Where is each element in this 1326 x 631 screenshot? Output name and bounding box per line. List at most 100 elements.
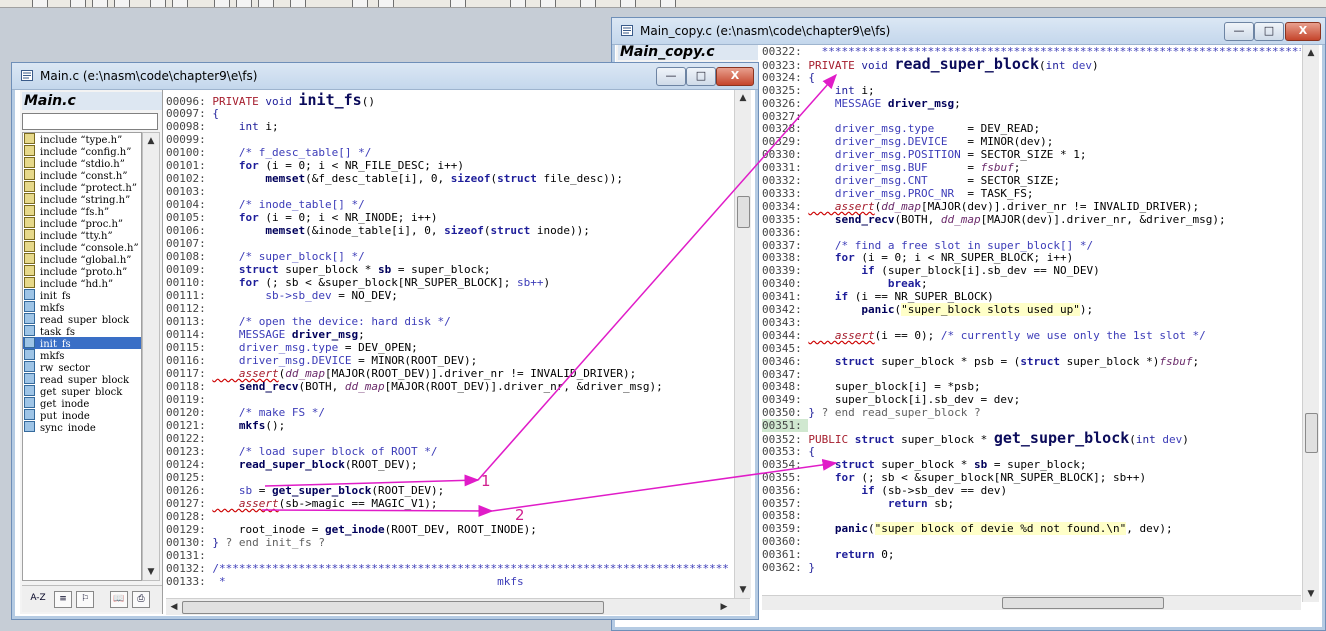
- symbol-list-item[interactable]: include “proto.h”: [23, 265, 141, 277]
- symbol-list-item[interactable]: include “hd.h”: [23, 277, 141, 289]
- code-line[interactable]: 00118: send_recv(BOTH, dd_map[MAJOR(ROOT…: [166, 380, 663, 393]
- toolbar-copy-icon[interactable]: [92, 0, 108, 7]
- code-line[interactable]: 00358:: [762, 509, 808, 522]
- symbol-list-item[interactable]: include “stdio.h”: [23, 157, 141, 169]
- code-line[interactable]: 00126: sb = get_super_block(ROOT_DEV);: [166, 484, 444, 497]
- close-button[interactable]: X: [716, 67, 754, 86]
- code-line[interactable]: 00123: /* load super block of ROOT */: [166, 445, 438, 458]
- toolbar-search-icon[interactable]: [510, 0, 526, 7]
- symbol-list-item[interactable]: sync_inode: [23, 421, 141, 433]
- symbol-list-item[interactable]: get_inode: [23, 397, 141, 409]
- horizontal-scrollbar[interactable]: [762, 595, 1301, 610]
- symbol-list-item[interactable]: get_super_block: [23, 385, 141, 397]
- code-line[interactable]: 00124: read_super_block(ROOT_DEV);: [166, 458, 418, 471]
- symbol-list-item[interactable]: include “config.h”: [23, 145, 141, 157]
- code-view[interactable]: 00096: PRIVATE void init_fs() 00097: {000…: [166, 90, 734, 598]
- code-line[interactable]: 00107:: [166, 237, 212, 250]
- code-line[interactable]: 00122:: [166, 432, 212, 445]
- code-line[interactable]: 00357: return sb;: [762, 497, 954, 510]
- code-line[interactable]: 00335: send_recv(BOTH, dd_map[MAJOR(dev)…: [762, 213, 1226, 226]
- code-line[interactable]: 00108: /* super_block[] */: [166, 250, 365, 263]
- vertical-scrollbar[interactable]: ▲ ▼: [1302, 45, 1319, 602]
- toolbar-save-icon[interactable]: [32, 0, 48, 7]
- maximize-button[interactable]: □: [1254, 22, 1284, 41]
- code-line[interactable]: 00329: driver_msg.DEVICE = MINOR(dev);: [762, 135, 1053, 148]
- list-view-button[interactable]: ≡: [54, 591, 72, 608]
- symbol-list-item[interactable]: mkfs: [23, 301, 141, 313]
- symbol-list[interactable]: include “type.h” include “config.h” includ…: [22, 132, 142, 581]
- symbol-list-item[interactable]: mkfs: [23, 349, 141, 361]
- code-line[interactable]: 00349: super_block[i].sb_dev = dev;: [762, 393, 1020, 406]
- code-line[interactable]: 00337: /* find a free slot in super_bloc…: [762, 239, 1093, 252]
- code-line[interactable]: 00345:: [762, 342, 808, 355]
- symbol-list-item[interactable]: put_inode: [23, 409, 141, 421]
- toolbar-bookmark-icon[interactable]: [258, 0, 274, 7]
- code-line[interactable]: 00352: PUBLIC struct super_block * get_s…: [762, 431, 1189, 447]
- code-line[interactable]: 00116: driver_msg.DEVICE = MINOR(ROOT_DE…: [166, 354, 477, 367]
- category-filter-button[interactable]: ⚐: [76, 591, 94, 608]
- minimize-button[interactable]: —: [1224, 22, 1254, 41]
- symbol-list-scrollbar[interactable]: ▲ ▼: [142, 132, 160, 581]
- symbol-list-item[interactable]: include “console.h”: [23, 241, 141, 253]
- scroll-down-icon[interactable]: ▼: [1303, 586, 1319, 602]
- code-line[interactable]: 00327:: [762, 110, 808, 123]
- code-line[interactable]: 00331: driver_msg.BUF = fsbuf;: [762, 161, 1020, 174]
- lookup-button[interactable]: 📖: [110, 591, 128, 608]
- toolbar-browse-icon[interactable]: [450, 0, 466, 7]
- scroll-right-icon[interactable]: ▶: [716, 599, 732, 615]
- code-line[interactable]: 00114: MESSAGE driver_msg;: [166, 328, 365, 341]
- symbol-list-item[interactable]: init_fs: [23, 337, 141, 349]
- toolbar-window-icon[interactable]: [290, 0, 306, 7]
- code-line[interactable]: 00341: if (i == NR_SUPER_BLOCK): [762, 290, 994, 303]
- symbol-list-item[interactable]: include “proc.h”: [23, 217, 141, 229]
- code-line[interactable]: 00129: root_inode = get_inode(ROOT_DEV, …: [166, 523, 537, 536]
- scroll-left-icon[interactable]: ◀: [166, 599, 182, 615]
- hscroll-thumb[interactable]: [1002, 597, 1164, 609]
- code-line[interactable]: 00334: assert(dd_map[MAJOR(dev)].driver_…: [762, 200, 1199, 213]
- code-line[interactable]: 00359: panic("super block of devie %d no…: [762, 522, 1173, 536]
- editor-window-main[interactable]: Main.c (e:\nasm\code\chapter9\e\fs) — □ …: [11, 62, 759, 620]
- code-line[interactable]: 00110: for (; sb < &super_block[NR_SUPER…: [166, 276, 550, 289]
- code-line[interactable]: 00332: driver_msg.CNT = SECTOR_SIZE;: [762, 174, 1060, 187]
- title-bar[interactable]: Main_copy.c (e:\nasm\code\chapter9\e\fs)…: [612, 18, 1325, 45]
- code-line[interactable]: 00100: /* f_desc_table[] */: [166, 146, 371, 159]
- window-options-button[interactable]: ⎙: [132, 591, 150, 608]
- code-line[interactable]: 00103:: [166, 185, 212, 198]
- horizontal-scrollbar[interactable]: ◀ ▶: [166, 598, 750, 615]
- code-line[interactable]: 00347:: [762, 368, 808, 381]
- code-line[interactable]: 00115: driver_msg.type = DEV_OPEN;: [166, 341, 418, 354]
- symbol-list-item[interactable]: include “protect.h”: [23, 181, 141, 193]
- code-line[interactable]: 00361: return 0;: [762, 548, 894, 561]
- code-view[interactable]: 00322: *********************************…: [762, 45, 1301, 602]
- code-line[interactable]: 00356: if (sb->sb_dev == dev): [762, 484, 1007, 497]
- code-line[interactable]: 00354: struct super_block * sb = super_b…: [762, 458, 1087, 471]
- toolbar-cut-icon[interactable]: [70, 0, 86, 7]
- hscroll-thumb[interactable]: [182, 601, 604, 614]
- code-line[interactable]: 00105: for (i = 0; i < NR_INODE; i++): [166, 211, 438, 224]
- vertical-scrollbar[interactable]: ▲ ▼: [734, 90, 751, 598]
- code-line[interactable]: 00128:: [166, 510, 212, 523]
- toolbar-back-icon[interactable]: [352, 0, 368, 7]
- code-line[interactable]: 00344: assert(i == 0); /* currently we u…: [762, 329, 1206, 342]
- code-line[interactable]: 00333: driver_msg.PROC_NR = TASK_FS;: [762, 187, 1034, 200]
- code-line[interactable]: 00348: super_block[i] = *psb;: [762, 380, 981, 393]
- code-line[interactable]: 00121: mkfs();: [166, 419, 285, 432]
- code-line[interactable]: 00353: {: [762, 445, 815, 458]
- code-line[interactable]: 00102: memset(&f_desc_table[i], 0, sizeo…: [166, 172, 623, 185]
- scroll-up-icon[interactable]: ▲: [735, 90, 751, 106]
- code-line[interactable]: 00101: for (i = 0; i < NR_FILE_DESC; i++…: [166, 159, 464, 172]
- code-line[interactable]: 00323: PRIVATE void read_super_block(int…: [762, 56, 1099, 72]
- code-line[interactable]: 00343:: [762, 316, 808, 329]
- code-line[interactable]: 00120: /* make FS */: [166, 406, 325, 419]
- code-line[interactable]: 00113: /* open the device: hard disk */: [166, 315, 451, 328]
- code-line[interactable]: 00127: assert(sb->magic == MAGIC_V1);: [166, 497, 438, 510]
- toolbar-jump-back-icon[interactable]: [214, 0, 230, 7]
- code-line[interactable]: 00351:: [762, 419, 809, 433]
- code-line[interactable]: 00125:: [166, 471, 212, 484]
- toolbar-relation-icon[interactable]: [620, 0, 636, 7]
- code-line[interactable]: 00099:: [166, 133, 212, 146]
- code-line[interactable]: 00330: driver_msg.POSITION = SECTOR_SIZE…: [762, 148, 1087, 161]
- symbol-list-item[interactable]: include “global.h”: [23, 253, 141, 265]
- toolbar-paste-icon[interactable]: [114, 0, 130, 7]
- sort-alpha-button[interactable]: A-Z: [28, 591, 48, 606]
